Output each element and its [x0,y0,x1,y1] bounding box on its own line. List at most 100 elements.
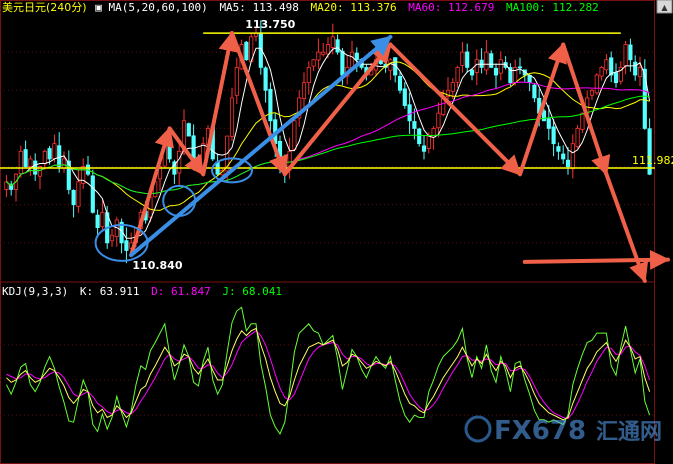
candle-body [613,72,619,84]
low-price-label: 110.840 [132,259,182,272]
watermark-brand: FX678 [494,416,586,446]
kdj-k-label: K: [80,285,93,298]
kdj-k-line [6,327,651,421]
candle-body [18,150,23,175]
kdj-legend: KDJ(9,3,3) K: 63.911 D: 61.847 J: 68.041 [2,285,282,298]
candle-body [397,75,403,91]
candle-body [340,50,345,76]
candle-body [316,51,321,61]
target-arrow [522,249,670,270]
candle-body [546,118,551,129]
watermark-logo-icon [464,415,492,443]
candle-body [263,67,268,91]
candle-body [633,61,638,76]
candle-body [234,67,239,96]
candle-body [354,52,359,61]
ma100-label: MA100: [506,1,546,14]
kdj-indicator-name: KDJ(9,3,3) [2,285,68,298]
candle-body [450,82,455,92]
candle-body [268,88,273,122]
candle-body [580,112,585,130]
candle-body [551,126,556,145]
candle-body [292,120,297,150]
candle-body [455,67,460,83]
ma5-value: 113.498 [253,1,299,14]
candle-body [561,153,566,160]
scroll-up-button[interactable]: ▲ [656,0,673,14]
candle-body [47,148,52,160]
candle-body [76,181,81,207]
candle-body [244,41,249,61]
zigzag-arrow [518,42,567,177]
candle-body [28,158,33,167]
candle-body [301,82,307,99]
ma20-value: 113.376 [350,1,396,14]
candle-body [61,158,67,169]
kdj-j-label: J: [222,285,235,298]
candle-body [23,149,28,167]
candle-body [388,59,393,71]
watermark: FX678 汇通网 [464,415,662,446]
candle-body [469,69,475,76]
candlestick-series [4,20,652,264]
candle-body [42,150,47,165]
kdj-gridlines [0,344,655,416]
candle-body [460,51,465,66]
candle-body [489,53,494,68]
scroll-up-arrow-icon: ▲ [661,3,668,12]
candle-body [436,112,441,129]
candle-body [407,104,412,122]
candle-body [556,146,561,152]
candle-body [52,143,57,160]
candle-body [412,121,417,129]
candle-body [325,44,331,55]
main-legend: 美元日元(240分) ▣ MA(5,20,60,100) MA5: 113.49… [2,1,599,14]
ma60-value: 112.679 [448,1,494,14]
candle-body [609,57,614,76]
kdj-lines [5,306,651,435]
kdj-d-label: D: [151,285,164,298]
candle-body [493,67,499,76]
ma20-label: MA20: [311,1,344,14]
ma5-label: MA5: [219,1,246,14]
candle-body [604,59,609,71]
candle-body [498,59,503,74]
candle-body [109,234,115,242]
candle-body [71,189,76,206]
candle-body [57,145,62,167]
candle-body [421,145,427,152]
candle-body [311,59,316,67]
zigzag-arrow [561,42,611,177]
candle-body [575,128,580,148]
support-level-label: 111.982 [632,154,673,167]
candle-body [229,97,235,137]
candle-body [623,44,628,67]
high-price-label: 113.750 [245,18,295,31]
watermark-tagline: 汇通网 [596,420,662,445]
ma-indicator-name: MA(5,20,60,100) [108,1,207,14]
candle-body [124,240,129,251]
candle-body [90,175,95,213]
candle-body [532,84,537,99]
ma60-label: MA60: [408,1,441,14]
trend-annotations [94,31,670,283]
candle-body [100,211,105,228]
chart-canvas: 111.982 113.750 110.840 FX678 汇通网 美元日元(24… [0,0,673,464]
kdj-d-value: 61.847 [171,285,211,298]
candle-body [402,88,407,106]
highlight-circle [162,184,197,217]
candle-body [565,159,571,167]
candle-body [95,214,100,229]
candle-body [186,123,191,137]
candle-body [479,59,484,68]
candle-body [484,51,489,71]
candle-body [335,39,340,53]
ma100-value: 112.282 [552,1,598,14]
candle-body [599,67,604,77]
candle-body [330,36,335,48]
candle-body [637,67,643,78]
candle-body [570,143,575,170]
candle-body [589,89,595,96]
zigzag-arrow [604,172,649,283]
candle-body [517,66,523,69]
